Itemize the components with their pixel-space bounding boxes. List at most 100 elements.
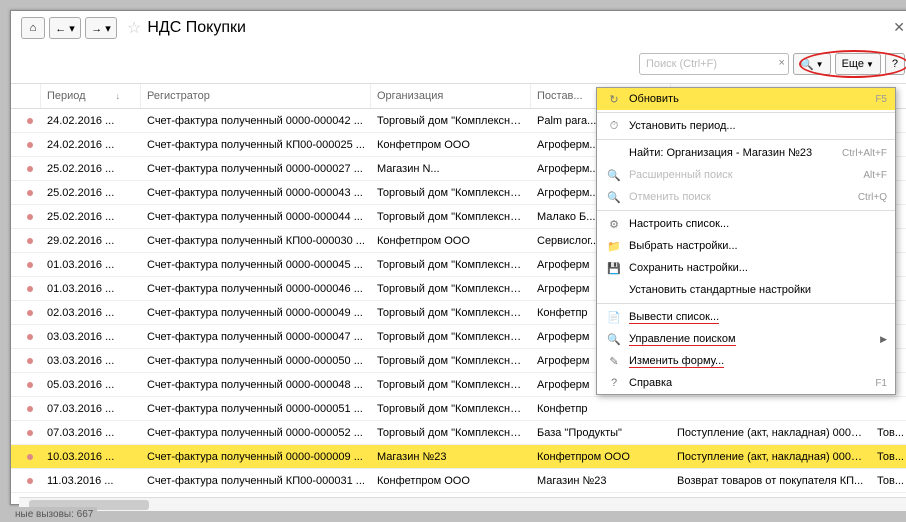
cell-supplier: Магазин №23 (531, 475, 671, 487)
menu-label: Вывести список... (629, 311, 887, 323)
context-menu: ↻ОбновитьF5 ⏱Установить период... Найти: О… (596, 87, 896, 395)
dot-icon (27, 166, 33, 172)
cell-period: 07.03.2016 ... (41, 427, 141, 439)
menu-shortcut: Ctrl+Q (858, 192, 887, 203)
menu-item[interactable]: Установить стандартные настройки (597, 279, 895, 301)
table-row[interactable]: 07.03.2016 ...Счет-фактура полученный 00… (11, 421, 906, 445)
search-input[interactable] (639, 53, 789, 75)
dot-icon (27, 286, 33, 292)
menu-shortcut: F1 (875, 378, 887, 389)
cell-organization: Торговый дом "Комплексный... (371, 307, 531, 319)
cell-registrar: Счет-фактура полученный 0000-000009 ... (141, 451, 371, 463)
row-marker (11, 235, 41, 247)
column-marker[interactable] (11, 84, 41, 108)
menu-item[interactable]: ? СправкаF1 (597, 372, 895, 394)
cell-organization: Торговый дом "Комплексный... (371, 187, 531, 199)
menu-item[interactable]: Найти: Организация - Магазин №23Ctrl+Alt… (597, 142, 895, 164)
search-clear-icon[interactable]: × (779, 57, 785, 69)
menu-item[interactable]: 🔍Управление поиском▶ (597, 328, 895, 350)
column-organization[interactable]: Организация (371, 84, 531, 108)
cell-organization: Торговый дом "Комплексный... (371, 259, 531, 271)
cell-registrar: Счет-фактура полученный 0000-000046 ... (141, 283, 371, 295)
menu-label: Найти: Организация - Магазин №23 (629, 147, 842, 159)
cell-extra: Тов... (871, 451, 906, 463)
menu-item[interactable]: ✎Изменить форму... (597, 350, 895, 372)
dot-icon (27, 214, 33, 220)
submenu-arrow-icon: ▶ (880, 334, 887, 345)
cell-doc: Возврат товаров от покупателя КП... (671, 475, 871, 487)
menu-item[interactable]: ⚙Настроить список... (597, 213, 895, 235)
menu-icon: 🔍 (605, 191, 623, 204)
cell-organization: Магазин N... (371, 163, 531, 175)
menu-item[interactable]: 📁Выбрать настройки... (597, 235, 895, 257)
menu-icon: ? (605, 377, 623, 389)
cell-organization: Магазин №23 (371, 451, 531, 463)
more-label: Еще (842, 58, 864, 70)
cell-organization: Конфетпром ООО (371, 235, 531, 247)
cell-extra: Тов... (871, 475, 906, 487)
cell-registrar: Счет-фактура полученный 0000-000027 ... (141, 163, 371, 175)
column-period[interactable]: Период↓ (41, 84, 141, 108)
row-marker (11, 259, 41, 271)
search-dropdown-button[interactable]: 🔍▼ (793, 53, 831, 75)
cell-organization: Конфетпром ООО (371, 139, 531, 151)
table-row[interactable]: 07.03.2016 ...Счет-фактура полученный 00… (11, 397, 906, 421)
sort-icon: ↓ (116, 91, 121, 101)
horizontal-scrollbar[interactable] (19, 497, 906, 511)
menu-shortcut: F5 (875, 94, 887, 105)
more-button[interactable]: Еще ▼ (835, 53, 881, 75)
cell-organization: Торговый дом "Комплексный... (371, 211, 531, 223)
dot-icon (27, 190, 33, 196)
cell-organization: Конфетпром ООО (371, 475, 531, 487)
close-button[interactable]: ✕ (893, 19, 905, 36)
table-row[interactable]: 11.03.2016 ...Счет-фактура полученный КП… (11, 469, 906, 493)
menu-item[interactable]: ↻ОбновитьF5 (597, 88, 895, 110)
dot-icon (27, 478, 33, 484)
menu-item[interactable]: ⏱Установить период... (597, 115, 895, 137)
home-button[interactable]: ⌂ (21, 17, 45, 39)
menu-icon: ✎ (605, 355, 623, 368)
cell-organization: Торговый дом "Комплексный... (371, 379, 531, 391)
menu-separator (597, 139, 895, 140)
row-marker (11, 139, 41, 151)
cell-registrar: Счет-фактура полученный 0000-000047 ... (141, 331, 371, 343)
dot-icon (27, 118, 33, 124)
cell-registrar: Счет-фактура полученный КП00-000031 ... (141, 475, 371, 487)
cell-registrar: Счет-фактура полученный 0000-000042 ... (141, 115, 371, 127)
menu-label: Установить стандартные настройки (629, 284, 887, 296)
row-marker (11, 115, 41, 127)
cell-period: 02.03.2016 ... (41, 307, 141, 319)
cell-supplier: Конфетпром ООО (531, 451, 671, 463)
dot-icon (27, 310, 33, 316)
menu-label: Справка (629, 377, 875, 389)
menu-item[interactable]: 📄Вывести список... (597, 306, 895, 328)
cell-organization: Торговый дом "Комплексный... (371, 427, 531, 439)
menu-icon: 📁 (605, 240, 623, 253)
cell-period: 01.03.2016 ... (41, 259, 141, 271)
cell-registrar: Счет-фактура полученный КП00-000025 ... (141, 139, 371, 151)
menu-item[interactable]: 🔍 Отменить поискCtrl+Q (597, 186, 895, 208)
menu-label: Установить период... (629, 120, 887, 132)
search-icon: 🔍 (800, 58, 814, 71)
menu-item[interactable]: 🔍Расширенный поискAlt+F (597, 164, 895, 186)
help-button[interactable]: ? (885, 53, 905, 75)
cell-period: 05.03.2016 ... (41, 379, 141, 391)
cell-organization: Торговый дом "Комплексный... (371, 355, 531, 367)
menu-label: Сохранить настройки... (629, 262, 887, 274)
table-row[interactable]: 10.03.2016 ...Счет-фактура полученный 00… (11, 445, 906, 469)
cell-period: 25.02.2016 ... (41, 163, 141, 175)
cell-period: 24.02.2016 ... (41, 115, 141, 127)
favorite-star-icon[interactable]: ☆ (127, 18, 141, 38)
forward-button[interactable]: → ▾ (85, 17, 117, 39)
back-button[interactable]: ← ▾ (49, 17, 81, 39)
cell-doc: Поступление (акт, накладная) 0000-... (671, 451, 871, 463)
menu-icon: 🔍 (605, 333, 623, 346)
menu-label: Отменить поиск (629, 191, 858, 203)
column-registrar[interactable]: Регистратор (141, 84, 371, 108)
row-marker (11, 451, 41, 463)
menu-separator (597, 112, 895, 113)
menu-item[interactable]: 💾Сохранить настройки... (597, 257, 895, 279)
dot-icon (27, 358, 33, 364)
page-title: НДС Покупки (147, 19, 246, 37)
cell-extra: Тов... (871, 427, 906, 439)
